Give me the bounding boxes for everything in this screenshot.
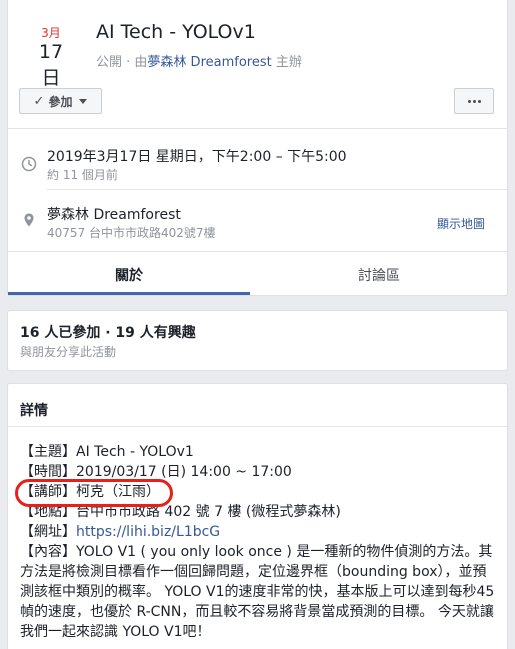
event-host-line: 公開 · 由夢森林 Dreamforest 主辦 [96, 51, 302, 70]
pin-icon [24, 213, 34, 227]
details-card: 詳情 【主題】AI Tech - YOLOv1 【時間】2019/03/17 (… [7, 383, 508, 649]
divider [8, 426, 507, 427]
detail-url-prefix: 【網址】 [20, 524, 76, 540]
event-month: 3月 [41, 26, 61, 40]
tab-about[interactable]: 關於 [8, 252, 250, 297]
divider [8, 128, 507, 129]
event-time: 2019年3月17日 星期日，下午2:00 – 下午5:00 [47, 149, 347, 165]
speaker-highlight-annotation [15, 479, 173, 507]
host-separator: · 由 [122, 55, 148, 70]
attendance-summary[interactable]: 16 人已參加 · 19 人有興趣 [20, 322, 196, 342]
location-address: 40757 台中市市政路402號7樓 [47, 226, 216, 240]
host-suffix: 主辦 [275, 55, 302, 70]
detail-topic: 【主題】AI Tech - YOLOv1 [20, 444, 194, 460]
chevron-down-icon [79, 98, 88, 104]
host-link[interactable]: 夢森林 Dreamforest [147, 55, 271, 70]
detail-content: 【內容】YOLO V1 ( you only look once ) 是一種新的… [20, 544, 495, 640]
clock-icon [21, 156, 37, 172]
show-map-link[interactable]: 顯示地圖 [437, 215, 485, 232]
tab-discussion[interactable]: 討論區 [250, 252, 508, 297]
detail-url-line: 【網址】https://lihi.biz/L1bcG [20, 522, 500, 542]
join-button[interactable]: ✓ 參加 [19, 88, 102, 114]
event-header-card: 3月 17日 AI Tech - YOLOv1 公開 · 由夢森林 Dreamf… [7, 0, 508, 296]
more-options-button[interactable] [454, 88, 494, 114]
event-time-relative: 約 11 個月前 [47, 168, 118, 182]
details-body: 【主題】AI Tech - YOLOv1 【時間】2019/03/17 (日) … [20, 442, 500, 642]
share-hint: 與朋友分享此活動 [20, 345, 117, 359]
divider [47, 189, 507, 190]
location-name[interactable]: 夢森林 Dreamforest [47, 204, 181, 224]
event-day: 17日 [38, 41, 64, 89]
detail-url-link[interactable]: https://lihi.biz/L1bcG [76, 524, 220, 540]
active-tab-indicator [8, 292, 250, 295]
event-title: AI Tech - YOLOv1 [96, 21, 256, 43]
attendance-card: 16 人已參加 · 19 人有興趣 與朋友分享此活動 [7, 310, 508, 371]
details-heading: 詳情 [20, 403, 48, 419]
more-icon [467, 99, 471, 103]
event-visibility: 公開 [96, 55, 123, 70]
join-label: 參加 [48, 94, 73, 109]
check-icon: ✓ [33, 93, 45, 109]
